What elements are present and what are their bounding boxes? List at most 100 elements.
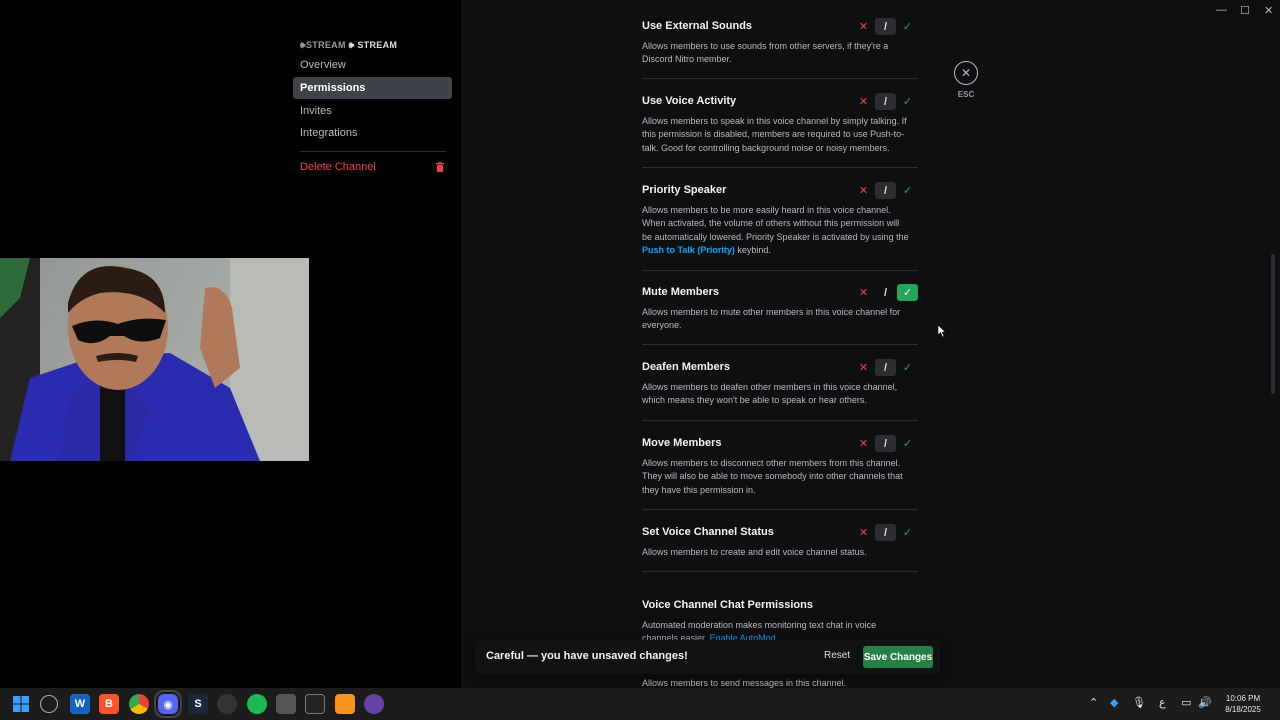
deny-toggle[interactable]: ✕ [853, 359, 874, 376]
discord-icon[interactable]: ◉ [154, 690, 182, 718]
minimize-icon[interactable]: — [1216, 4, 1227, 16]
app-icon[interactable] [276, 694, 296, 714]
twitch-icon[interactable] [364, 694, 384, 714]
category-prefix: 🕪STREAM [300, 40, 346, 50]
permission-deafen-members: Deafen Members Allows members to deafen … [642, 359, 918, 408]
sidebar-item-label: Overview [300, 59, 346, 71]
chrome-icon[interactable] [129, 694, 149, 714]
microphone-icon[interactable]: 🎙 [1132, 696, 1146, 709]
network-app-icon[interactable]: ◆ [1110, 696, 1118, 709]
windows-start-icon[interactable] [11, 694, 31, 714]
sidebar-item-label: Invites [300, 105, 332, 117]
neutral-toggle[interactable]: / [875, 435, 896, 452]
sidebar-item-invites[interactable]: Invites [293, 100, 452, 122]
permission-divider [642, 420, 918, 421]
permission-toggle-group: ✕ / ✓ [853, 435, 918, 452]
webcam-overlay [0, 258, 309, 461]
allow-toggle[interactable]: ✓ [897, 435, 918, 452]
game-app-icon[interactable] [217, 694, 237, 714]
description-text: keybind. [734, 244, 771, 255]
section-title: Voice Channel Chat Permissions [642, 599, 813, 611]
permission-toggle-group: ✕ / ✓ [853, 284, 918, 301]
unsaved-changes-bar: Careful — you have unsaved changes! Rese… [475, 640, 940, 674]
sidebar-item-label: Permissions [300, 82, 366, 94]
permission-priority-speaker: Priority Speaker Allows members to be mo… [642, 182, 918, 257]
permission-toggle-group: ✕ / ✓ [853, 18, 918, 35]
deny-toggle[interactable]: ✕ [853, 93, 874, 110]
push-to-talk-priority-link[interactable]: Push to Talk (Priority) [642, 245, 735, 255]
clock-time: 10:06 PM [1225, 694, 1261, 703]
deny-toggle[interactable]: ✕ [853, 182, 874, 199]
permission-description: Allows members to be more easily heard i… [642, 204, 910, 257]
neutral-toggle[interactable]: / [875, 182, 896, 199]
save-changes-button[interactable]: Save Changes [863, 646, 933, 668]
permission-description: Allows members to send messages in this … [642, 678, 847, 688]
permission-send-messages: Allows members to send messages in this … [642, 677, 918, 688]
permission-toggle-group: ✕ / ✓ [853, 359, 918, 376]
neutral-toggle[interactable]: / [875, 18, 896, 35]
esc-label: ESC [957, 90, 975, 99]
maximize-icon[interactable]: ☐ [1240, 4, 1250, 17]
allow-toggle[interactable]: ✓ [897, 18, 918, 35]
trash-icon [436, 162, 444, 172]
taskbar-clock[interactable]: 10:06 PM 8/18/2025 [1215, 693, 1271, 715]
app-orange-icon[interactable] [335, 694, 355, 714]
capcut-icon[interactable] [305, 694, 325, 714]
permission-use-external-sounds: Use External Sounds Allows members to us… [642, 18, 918, 67]
display-icon[interactable]: ▭ [1181, 696, 1191, 709]
allow-toggle[interactable]: ✓ [897, 524, 918, 541]
close-window-icon[interactable]: ✕ [1264, 4, 1273, 17]
permission-toggle-group: ✕ / ✓ [853, 93, 918, 110]
description-text: Allows members to be more easily heard i… [642, 205, 909, 242]
permissions-panel: Use External Sounds Allows members to us… [461, 0, 1280, 688]
permission-toggle-group: ✕ / ✓ [853, 524, 918, 541]
permission-divider [642, 167, 918, 168]
allow-toggle[interactable]: ✓ [897, 93, 918, 110]
app-w-icon[interactable]: W [70, 694, 90, 714]
scrollbar-thumb[interactable] [1271, 254, 1275, 394]
deny-toggle[interactable]: ✕ [853, 18, 874, 35]
webcam-person-image [0, 258, 309, 461]
permission-description: Allows members to speak in this voice ch… [642, 116, 907, 153]
language-indicator[interactable]: ع [1159, 696, 1166, 709]
deny-toggle[interactable]: ✕ [853, 284, 874, 301]
close-icon: ✕ [960, 66, 972, 80]
permission-divider [642, 509, 918, 510]
deny-toggle[interactable]: ✕ [853, 524, 874, 541]
neutral-toggle[interactable]: / [875, 93, 896, 110]
close-settings-button[interactable]: ✕ [954, 61, 978, 85]
allow-toggle[interactable]: ✓ [897, 284, 918, 301]
neutral-toggle[interactable]: / [875, 359, 896, 376]
neutral-toggle[interactable]: / [875, 524, 896, 541]
sidebar-item-overview[interactable]: Overview [293, 54, 452, 76]
reset-button[interactable]: Reset [824, 650, 850, 661]
voice-chat-permissions-section: Voice Channel Chat Permissions Automated… [642, 598, 918, 646]
obs-icon[interactable] [40, 695, 58, 713]
taskbar: W B ◉ S ⌃ ◆ 🎙 ع ▭ 🔊 [0, 688, 1280, 720]
chevron-up-icon[interactable]: ⌃ [1089, 696, 1098, 709]
deny-toggle[interactable]: ✕ [853, 435, 874, 452]
permission-mute-members: Mute Members Allows members to mute othe… [642, 284, 918, 333]
steam-icon[interactable]: S [188, 694, 208, 714]
permission-set-voice-channel-status: Set Voice Channel Status Allows members … [642, 524, 918, 559]
spotify-icon[interactable] [247, 694, 267, 714]
sidebar-divider [300, 151, 446, 152]
permission-description: Allows members to create and edit voice … [642, 547, 867, 557]
permission-use-voice-activity: Use Voice Activity Allows members to spe… [642, 93, 918, 155]
brave-browser-icon[interactable]: B [99, 694, 119, 714]
sidebar-item-permissions[interactable]: Permissions [293, 77, 452, 99]
clock-date: 8/18/2025 [1225, 705, 1261, 714]
permission-divider [642, 78, 918, 79]
permission-description: Allows members to mute other members in … [642, 307, 901, 331]
permission-divider [642, 344, 918, 345]
sidebar-item-integrations[interactable]: Integrations [293, 122, 452, 144]
permission-description: Allows members to deafen other members i… [642, 382, 898, 406]
permission-toggle-group: ✕ / ✓ [853, 182, 918, 199]
permission-description: Allows members to use sounds from other … [642, 41, 889, 65]
allow-toggle[interactable]: ✓ [897, 182, 918, 199]
allow-toggle[interactable]: ✓ [897, 359, 918, 376]
delete-channel-button[interactable]: Delete Channel [293, 156, 452, 178]
neutral-toggle[interactable]: / [875, 284, 896, 301]
volume-icon[interactable]: 🔊 [1198, 696, 1212, 709]
channel-name: 🕪 STREAM [348, 40, 398, 50]
